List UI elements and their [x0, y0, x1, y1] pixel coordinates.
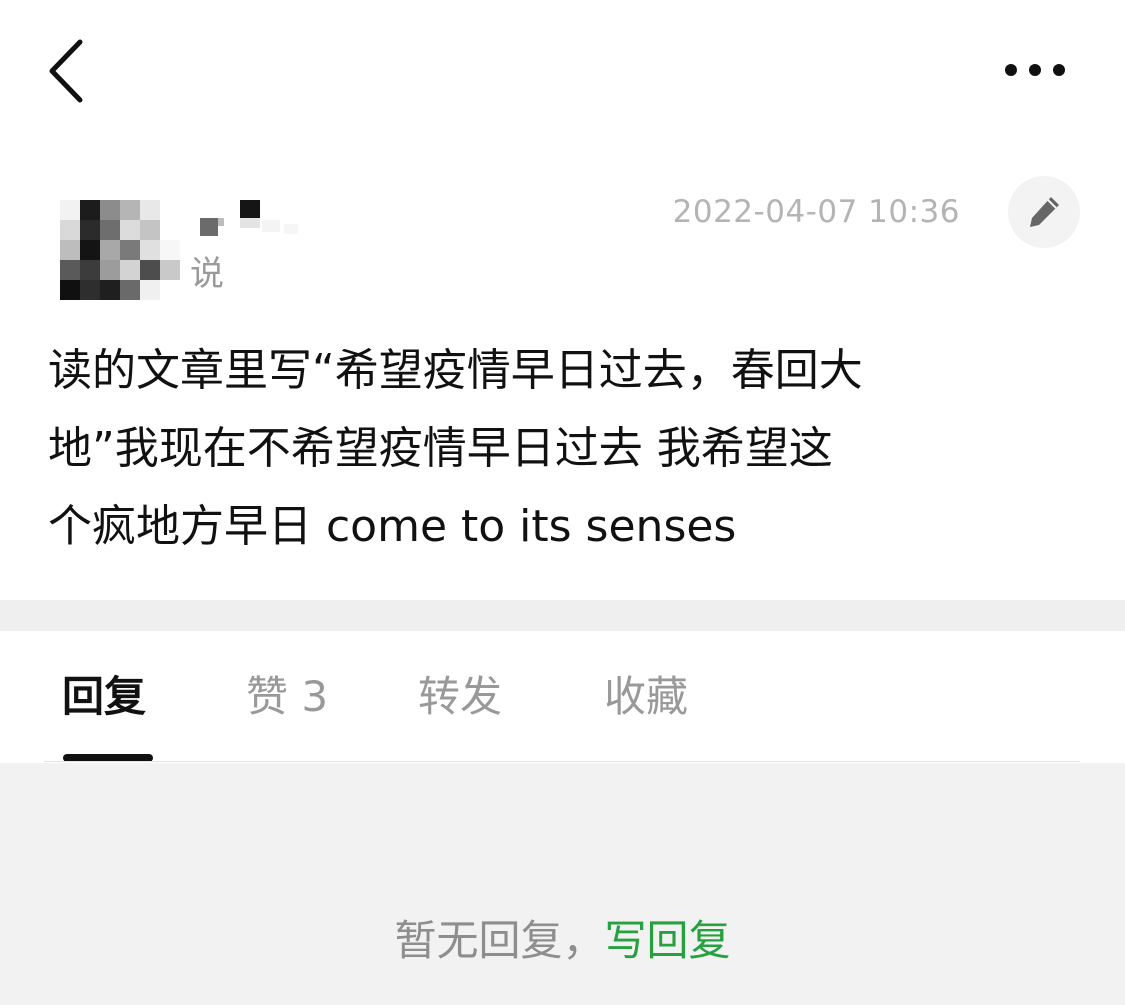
tab-divider: [44, 761, 1080, 762]
chevron-left-icon: [49, 39, 83, 103]
write-reply-link[interactable]: 写回复: [605, 916, 731, 965]
section-separator: [0, 600, 1125, 631]
tab-replies[interactable]: 回复: [62, 669, 146, 725]
more-horizontal-icon: [1005, 64, 1065, 76]
avatar-pixelated-image: [60, 200, 180, 300]
post-timestamp: 2022-04-07 10:36: [672, 194, 960, 230]
avatar[interactable]: [60, 200, 180, 300]
tab-forwards[interactable]: 转发: [418, 669, 502, 725]
more-button[interactable]: [995, 50, 1075, 90]
author-action-label: 说: [190, 254, 224, 294]
tab-likes[interactable]: 赞 3: [246, 669, 328, 725]
edit-button[interactable]: [1008, 176, 1080, 248]
top-bar: [0, 0, 1125, 140]
empty-replies-text: 暂无回复，: [394, 916, 605, 965]
pencil-icon: [1030, 197, 1059, 227]
reply-list-area: 暂无回复，写回复: [0, 763, 1125, 1005]
tab-favorites[interactable]: 收藏: [604, 669, 688, 725]
back-button[interactable]: [38, 36, 94, 106]
tab-bar: 回复 赞 3 转发 收藏: [0, 631, 1125, 763]
empty-replies-message: 暂无回复，写回复: [0, 913, 1125, 969]
post-content: 读的文章里写“希望疫情早日过去，春回大 地”我现在不希望疫情早日过去 我希望这 …: [48, 345, 863, 552]
author-name-pixelated: [200, 200, 298, 236]
